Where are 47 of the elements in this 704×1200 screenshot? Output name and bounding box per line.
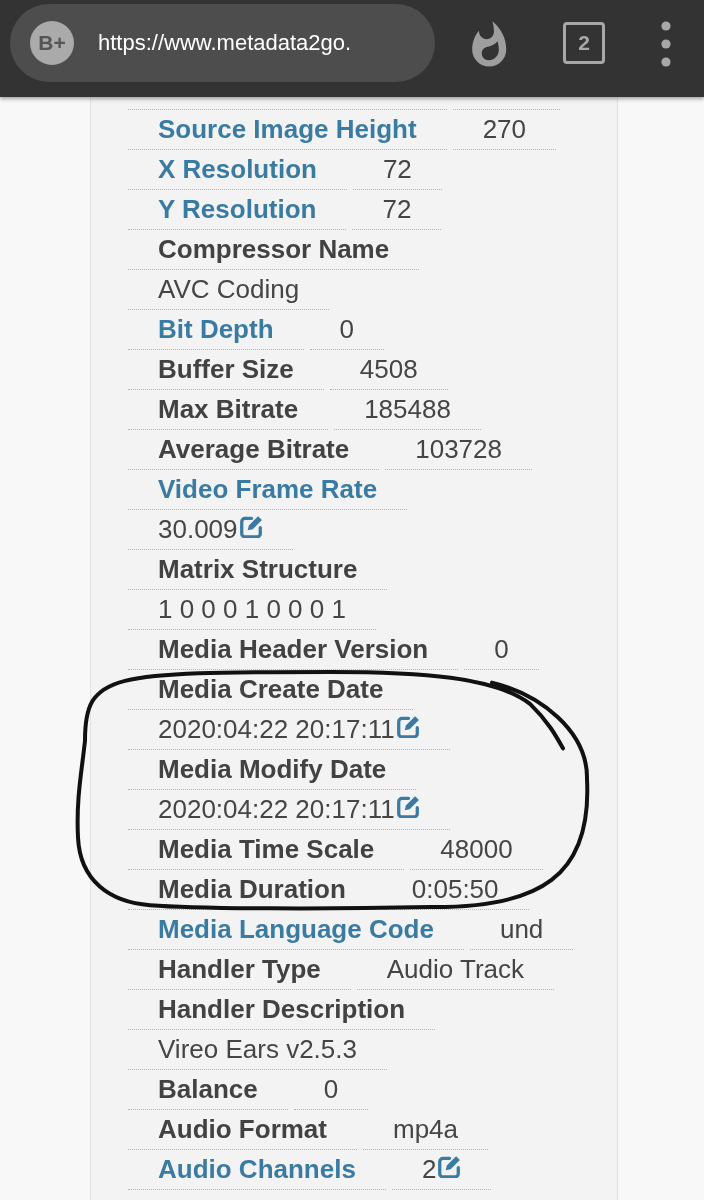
field-value: 72 <box>382 154 412 185</box>
field-name-link[interactable]: X Resolution <box>158 154 317 185</box>
field-name-link[interactable]: Media Language Code <box>158 914 434 945</box>
field-value: 48000 <box>440 834 513 865</box>
address-bar[interactable]: B+ https://www.metadata2go. <box>10 4 435 82</box>
field-value: 2 <box>421 1154 437 1185</box>
field-name-link[interactable]: Y Resolution <box>158 194 317 225</box>
field-value: 0 <box>323 1074 339 1105</box>
field-value: 0 <box>494 634 509 665</box>
field-value: 185488 <box>364 394 451 425</box>
field-name: Buffer Size <box>158 354 294 385</box>
field-name-link[interactable]: Video Frame Rate <box>158 474 378 505</box>
field-name: Compressor Name <box>158 234 390 265</box>
field-name-link[interactable]: Source Image Height <box>158 114 417 145</box>
field-name-link[interactable]: Bit Depth <box>158 314 274 345</box>
field-value: AVC Coding <box>158 274 300 305</box>
field-value: 270 <box>482 114 526 145</box>
field-value: 72 <box>382 194 412 225</box>
field-value: 103728 <box>415 434 502 465</box>
tab-count-button[interactable]: 2 <box>563 22 605 64</box>
field-value: Audio Track <box>386 954 525 985</box>
field-value: 4508 <box>359 354 418 385</box>
field-value: Vireo Ears v2.5.3 <box>158 1034 357 1065</box>
field-name: Balance <box>158 1074 258 1105</box>
field-value: 2020:04:22 20:17:11 <box>158 794 395 825</box>
field-name: Average Bitrate <box>158 434 350 465</box>
field-name: Media Header Version <box>158 634 429 665</box>
menu-icon[interactable] <box>661 21 671 67</box>
field-name: Media Time Scale <box>158 834 375 865</box>
field-name: Media Duration <box>158 874 346 905</box>
field-name-link[interactable]: Audio Channels <box>158 1154 356 1185</box>
field-value: 2020:04:22 20:17:11 <box>158 714 395 745</box>
field-name: Handler Description <box>158 994 406 1025</box>
field-value: mp4a <box>393 1114 459 1145</box>
field-value: 1 0 0 0 1 0 0 0 1 <box>158 594 346 625</box>
field-name: Audio Format <box>158 1114 327 1145</box>
field-name: Media Create Date <box>158 674 384 705</box>
field-name: Handler Type <box>158 954 321 985</box>
field-value: 0:05:50 <box>411 874 499 905</box>
field-value: 0 <box>339 314 354 345</box>
field-value: und <box>499 914 544 945</box>
site-badge[interactable]: B+ <box>30 21 74 65</box>
url-text: https://www.metadata2go. <box>98 30 352 56</box>
field-value: 30.009 <box>158 514 238 545</box>
field-name: Max Bitrate <box>158 394 299 425</box>
field-name: Matrix Structure <box>158 554 358 585</box>
field-name: Media Modify Date <box>158 754 387 785</box>
